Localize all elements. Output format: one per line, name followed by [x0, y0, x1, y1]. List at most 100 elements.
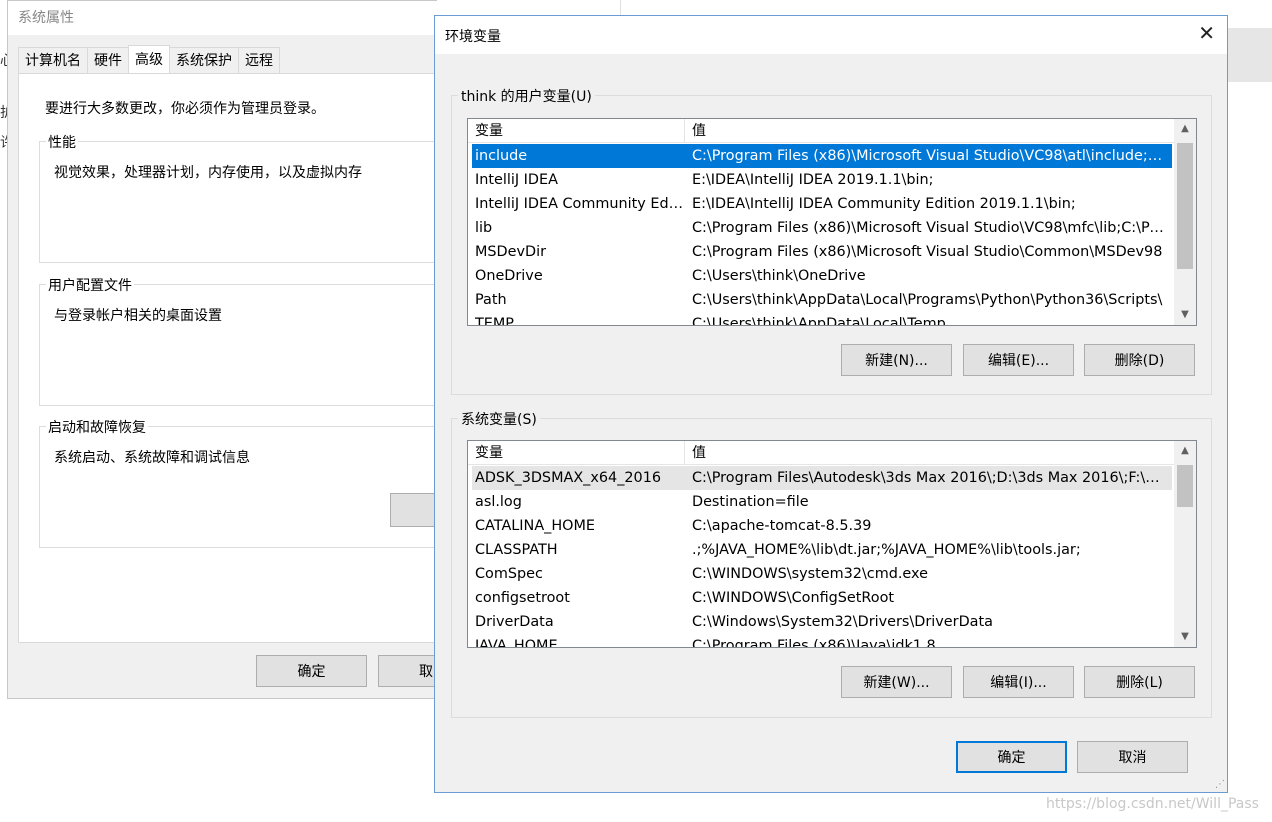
system-new-button[interactable]: 新建(W)... — [841, 666, 952, 698]
list-header: 变量 值 — [468, 441, 1174, 465]
system-delete-button[interactable]: 删除(L) — [1084, 666, 1195, 698]
user-new-button[interactable]: 新建(N)... — [841, 344, 952, 376]
system-properties-window: 系统属性 计算机名 硬件 高级 系统保护 远程 要进行大多数更改，你必须作为管理… — [7, 0, 439, 699]
scroll-up-icon[interactable]: ▲ — [1174, 441, 1196, 461]
variable-value: E:\IDEA\IntelliJ IDEA 2019.1.1\bin; — [692, 172, 934, 188]
variable-value: C:\WINDOWS\system32\cmd.exe — [692, 566, 928, 582]
user-delete-button[interactable]: 删除(D) — [1084, 344, 1195, 376]
variable-value: C:\Users\think\AppData\Local\Temp — [692, 316, 946, 326]
cancel-button[interactable]: 取 — [378, 655, 438, 687]
list-row[interactable]: include C:\Program Files (x86)\Microsoft … — [472, 144, 1172, 168]
user-edit-button[interactable]: 编辑(E)... — [963, 344, 1074, 376]
cancel-button[interactable]: 取消 — [1077, 741, 1188, 773]
variable-name: OneDrive — [475, 268, 543, 284]
user-variables-list[interactable]: 变量 值 include C:\Program Files (x86)\Micro… — [467, 118, 1197, 326]
group-title: 用户配置文件 — [46, 275, 134, 295]
resize-grip-icon[interactable]: ⋰ — [1215, 779, 1225, 790]
list-row[interactable]: MSDevDir C:\Program Files (x86)\Microsoft… — [472, 240, 1172, 264]
variable-name: ADSK_3DSMAX_x64_2016 — [475, 470, 662, 486]
system-edit-button[interactable]: 编辑(I)... — [963, 666, 1074, 698]
variable-value: C:\Program Files (x86)\Microsoft Visual … — [692, 220, 1168, 236]
list-row[interactable]: ADSK_3DSMAX_x64_2016 C:\Program Files\Aut… — [472, 466, 1172, 490]
system-variables-list[interactable]: 变量 值 ADSK_3DSMAX_x64_2016 C:\Program File… — [467, 440, 1197, 648]
dialog-titlebar: 环境变量 ✕ — [435, 16, 1227, 54]
scroll-thumb[interactable] — [1177, 143, 1193, 269]
environment-variables-dialog: 环境变量 ✕ think 的用户变量(U) 变量 值 include C:\Pro… — [434, 15, 1228, 793]
group-title: 性能 — [46, 132, 78, 152]
tab-strip: 计算机名 硬件 高级 系统保护 远程 — [18, 45, 280, 73]
tab-computer-name[interactable]: 计算机名 — [18, 47, 88, 73]
variable-name: IntelliJ IDEA — [475, 172, 558, 188]
list-row[interactable]: TEMP C:\Users\think\AppData\Local\Temp — [472, 312, 1172, 326]
user-variables-title: think 的用户变量(U) — [458, 86, 595, 106]
variable-value: C:\WINDOWS\ConfigSetRoot — [692, 590, 895, 606]
group-description: 与登录帐户相关的桌面设置 — [54, 308, 222, 324]
group-description: 视觉效果，处理器计划，内存使用，以及虚拟内存 — [54, 165, 362, 181]
list-row[interactable]: IntelliJ IDEA Community Edition E:\IDEA\I… — [472, 192, 1172, 216]
close-icon[interactable]: ✕ — [1198, 23, 1215, 43]
list-row[interactable]: OneDrive C:\Users\think\OneDrive — [472, 264, 1172, 288]
performance-group: 性能 视觉效果，处理器计划，内存使用，以及虚拟内存 — [39, 132, 439, 263]
list-row[interactable]: CLASSPATH .;%JAVA_HOME%\lib\dt.jar;%JAVA_… — [472, 538, 1172, 562]
list-row[interactable]: configsetroot C:\WINDOWS\ConfigSetRoot — [472, 586, 1172, 610]
variable-name: ComSpec — [475, 566, 543, 582]
variable-value: C:\Users\think\AppData\Local\Programs\Py… — [692, 292, 1163, 308]
scroll-down-icon[interactable]: ▼ — [1174, 627, 1196, 647]
column-header-variable[interactable]: 变量 — [468, 441, 503, 465]
variable-value: C:\Program Files (x86)\Microsoft Visual … — [692, 148, 1168, 164]
scroll-up-icon[interactable]: ▲ — [1174, 119, 1196, 139]
tab-system-protection[interactable]: 系统保护 — [169, 47, 239, 73]
list-row[interactable]: Path C:\Users\think\AppData\Local\Program… — [472, 288, 1172, 312]
list-row[interactable]: DriverData C:\Windows\System32\Drivers\Dr… — [472, 610, 1172, 634]
list-header: 变量 值 — [468, 119, 1174, 143]
list-row[interactable]: lib C:\Program Files (x86)\Microsoft Visu… — [472, 216, 1172, 240]
tab-advanced[interactable]: 高级 — [128, 45, 170, 73]
list-row[interactable]: ComSpec C:\WINDOWS\system32\cmd.exe — [472, 562, 1172, 586]
column-header-value[interactable]: 值 — [685, 119, 706, 143]
advanced-tab-panel: 要进行大多数更改，你必须作为管理员登录。 性能 视觉效果，处理器计划，内存使用，… — [18, 73, 439, 643]
dialog-title: 环境变量 — [445, 29, 501, 45]
variable-value: C:\Windows\System32\Drivers\DriverData — [692, 614, 993, 630]
environment-variables-button[interactable] — [390, 493, 438, 527]
vertical-scrollbar[interactable]: ▲ ▼ — [1174, 441, 1196, 647]
variable-name: CATALINA_HOME — [475, 518, 596, 534]
variable-value: E:\IDEA\IntelliJ IDEA Community Edition … — [692, 196, 1076, 212]
variable-name: TEMP — [475, 316, 514, 326]
ok-button[interactable]: 确定 — [956, 741, 1067, 773]
variable-name: IntelliJ IDEA Community Edition — [475, 196, 683, 212]
user-profiles-group: 用户配置文件 与登录帐户相关的桌面设置 — [39, 275, 439, 406]
variable-value: C:\Users\think\OneDrive — [692, 268, 866, 284]
variable-value: C:\Program Files (x86)\Microsoft Visual … — [692, 244, 1163, 260]
window-title: 系统属性 — [18, 10, 74, 26]
variable-name: JAVA_HOME — [475, 638, 558, 648]
ok-button[interactable]: 确定 — [256, 655, 367, 687]
user-variable-rows: include C:\Program Files (x86)\Microsoft … — [472, 144, 1172, 326]
group-description: 系统启动、系统故障和调试信息 — [54, 450, 250, 466]
system-variable-rows: ADSK_3DSMAX_x64_2016 C:\Program Files\Aut… — [472, 466, 1172, 648]
variable-value: C:\Program Files\Autodesk\3ds Max 2016\;… — [692, 470, 1168, 486]
vertical-scrollbar[interactable]: ▲ ▼ — [1174, 119, 1196, 325]
group-title: 启动和故障恢复 — [46, 417, 148, 437]
tab-hardware[interactable]: 硬件 — [87, 47, 129, 73]
variable-name: asl.log — [475, 494, 522, 510]
variable-name: configsetroot — [475, 590, 570, 606]
variable-value: C:\apache-tomcat-8.5.39 — [692, 518, 872, 534]
variable-value: C:\Program Files (x86)\Java\jdk1.8 — [692, 638, 936, 648]
scroll-down-icon[interactable]: ▼ — [1174, 305, 1196, 325]
list-row[interactable]: IntelliJ IDEA E:\IDEA\IntelliJ IDEA 2019.… — [472, 168, 1172, 192]
tab-remote[interactable]: 远程 — [238, 47, 280, 73]
column-header-variable[interactable]: 变量 — [468, 119, 503, 143]
watermark: https://blog.csdn.net/Will_Pass — [1046, 796, 1259, 812]
list-row[interactable]: CATALINA_HOME C:\apache-tomcat-8.5.39 — [472, 514, 1172, 538]
list-row[interactable]: JAVA_HOME C:\Program Files (x86)\Java\jdk… — [472, 634, 1172, 648]
scroll-thumb[interactable] — [1177, 465, 1193, 507]
variable-value: Destination=file — [692, 494, 809, 510]
column-header-value[interactable]: 值 — [685, 441, 706, 465]
variable-name: CLASSPATH — [475, 542, 558, 558]
variable-name: MSDevDir — [475, 244, 546, 260]
variable-name: Path — [475, 292, 507, 308]
system-properties-titlebar: 系统属性 — [8, 1, 438, 35]
list-row[interactable]: asl.log Destination=file — [472, 490, 1172, 514]
system-variables-title: 系统变量(S) — [458, 409, 540, 429]
variable-name: lib — [475, 220, 493, 236]
